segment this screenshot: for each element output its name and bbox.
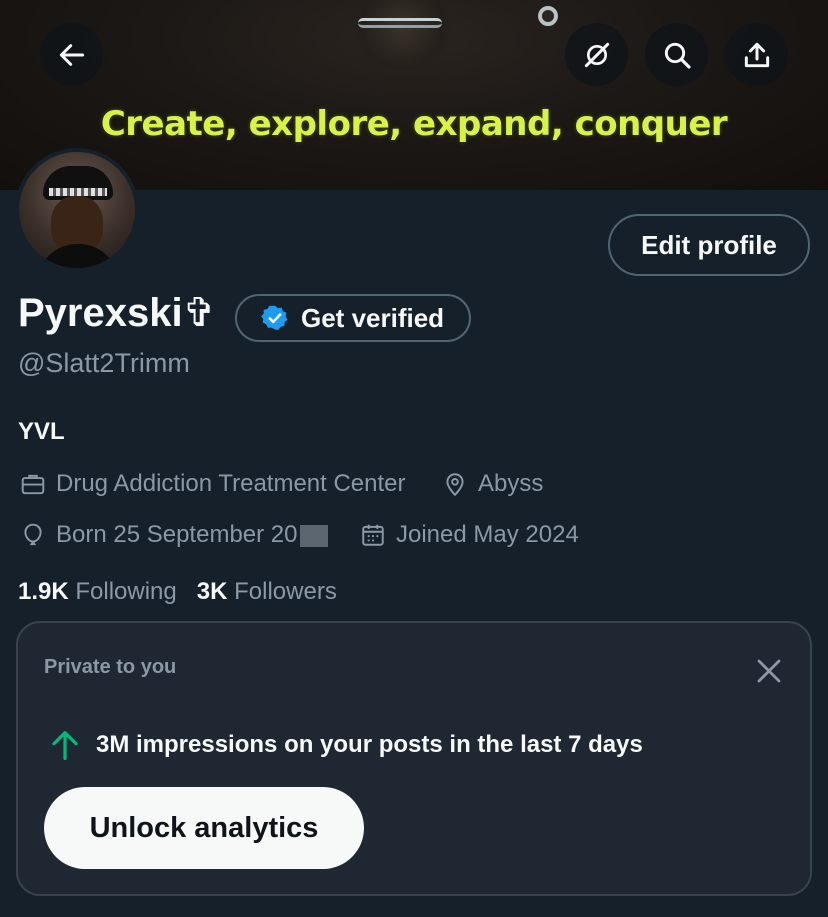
joined-label: Joined May 2024: [396, 521, 579, 548]
share-button[interactable]: [725, 23, 788, 86]
profile-joined: Joined May 2024: [360, 521, 579, 549]
search-icon: [664, 42, 691, 69]
followers-link[interactable]: 3K Followers: [197, 578, 337, 606]
followers-count: 3K: [196, 578, 228, 605]
balloon-icon: [24, 523, 42, 546]
arrow-left-icon: [59, 43, 84, 66]
followers-label: Followers: [234, 578, 337, 605]
location-pin-icon: [446, 473, 464, 497]
following-count: 1.9K: [18, 578, 69, 605]
close-icon[interactable]: [754, 656, 784, 686]
location-label: Abyss: [478, 470, 544, 497]
profile-handle: @Slatt2Trimm: [18, 348, 190, 378]
profile-bio: YVL: [18, 418, 65, 445]
profile-banner[interactable]: Create, explore, expand, conquer: [0, 0, 828, 190]
category-label: Drug Addiction Treatment Center: [56, 470, 406, 497]
birthday-text: Born 25 September 20: [56, 521, 298, 548]
banner-figure: [355, 0, 450, 75]
calendar-icon: [362, 524, 384, 546]
profile-name: Pyrexski✞: [18, 291, 217, 335]
following-link[interactable]: 1.9K Following: [18, 578, 177, 606]
profile-location: Abyss: [442, 470, 543, 498]
impressions-row: 3M impressions on your posts in the last…: [50, 729, 643, 761]
get-verified-label: Get verified: [301, 302, 445, 333]
analytics-card: Private to you 3M impressions on your po…: [16, 621, 812, 896]
avatar-body: [37, 244, 119, 268]
profile-category: Drug Addiction Treatment Center: [20, 470, 406, 498]
back-button[interactable]: [40, 23, 103, 86]
impressions-text: 3M impressions on your posts in the last…: [96, 731, 643, 758]
birthday-label: Born 25 September 20: [56, 521, 328, 549]
grok-icon: [584, 42, 609, 67]
banner-ring: [538, 6, 558, 26]
share-icon: [744, 42, 769, 67]
follow-stats: 1.9K Following 3K Followers: [18, 578, 337, 606]
edit-profile-button[interactable]: Edit profile: [608, 214, 810, 276]
grok-button[interactable]: [565, 23, 628, 86]
private-label: Private to you: [44, 656, 177, 678]
search-button[interactable]: [645, 23, 708, 86]
profile-birthday: Born 25 September 20: [20, 521, 328, 549]
banner-bracelet: [358, 18, 442, 28]
banner-text: Create, explore, expand, conquer: [100, 104, 728, 144]
verified-badge-icon: [261, 305, 288, 330]
avatar[interactable]: [15, 148, 139, 272]
arrow-up-icon: [52, 731, 78, 761]
unlock-analytics-button[interactable]: Unlock analytics: [44, 787, 364, 869]
briefcase-icon: [21, 474, 45, 495]
redaction-block: [299, 524, 328, 547]
following-label: Following: [75, 578, 177, 605]
avatar-hat-band: [49, 188, 107, 196]
get-verified-button[interactable]: Get verified: [235, 294, 471, 342]
